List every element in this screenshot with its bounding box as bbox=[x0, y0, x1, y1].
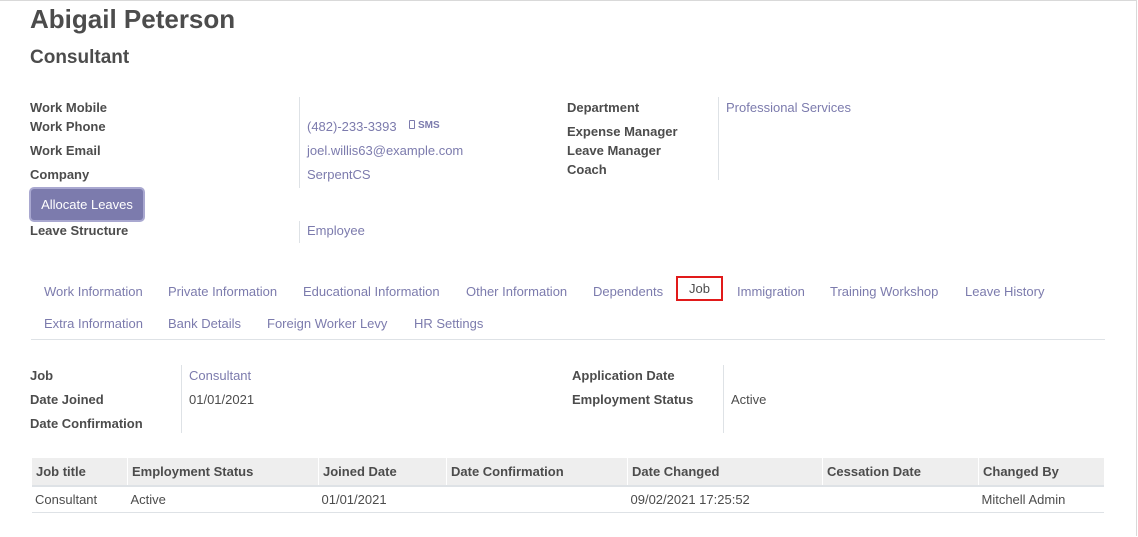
tab-training-workshop[interactable]: Training Workshop bbox=[830, 284, 938, 299]
tab-bank-details[interactable]: Bank Details bbox=[168, 316, 241, 331]
date-confirmation-label: Date Confirmation bbox=[30, 416, 143, 431]
application-date-label: Application Date bbox=[572, 368, 675, 383]
allocate-leaves-button[interactable]: Allocate Leaves bbox=[31, 189, 143, 220]
company-value[interactable]: SerpentCS bbox=[307, 167, 371, 182]
tab-job[interactable]: Job bbox=[676, 276, 723, 301]
work-phone-value[interactable]: (482)-233-3393 bbox=[307, 119, 397, 134]
sms-button[interactable]: SMS bbox=[409, 120, 440, 131]
cell-date-confirmation bbox=[446, 486, 628, 513]
column-header-date-confirmation[interactable]: Date Confirmation bbox=[446, 458, 628, 487]
leave-structure-label: Leave Structure bbox=[30, 223, 129, 238]
column-header-changed-by[interactable]: Changed By bbox=[978, 458, 1104, 487]
field-separator bbox=[299, 221, 300, 243]
date-joined-value[interactable]: 01/01/2021 bbox=[189, 392, 254, 407]
work-mobile-label: Work Mobile bbox=[30, 100, 108, 115]
employee-name[interactable]: Abigail Peterson bbox=[30, 4, 235, 35]
leave-structure-value[interactable]: Employee bbox=[307, 223, 365, 238]
cell-changed-by: Mitchell Admin bbox=[978, 486, 1104, 513]
department-label: Department bbox=[567, 100, 640, 115]
company-label: Company bbox=[30, 167, 90, 182]
column-header-cessation-date[interactable]: Cessation Date bbox=[822, 458, 979, 487]
cell-date-changed: 09/02/2021 17:25:52 bbox=[627, 486, 823, 513]
tab-hr-settings[interactable]: HR Settings bbox=[414, 316, 483, 331]
employee-job-title[interactable]: Consultant bbox=[30, 47, 129, 69]
column-header-joined-date[interactable]: Joined Date bbox=[318, 458, 447, 487]
column-header-job-title[interactable]: Job title bbox=[32, 458, 128, 487]
mobile-phone-icon bbox=[409, 120, 415, 129]
leave-manager-label: Leave Manager bbox=[567, 143, 661, 158]
work-email-value[interactable]: joel.willis63@example.com bbox=[307, 143, 463, 158]
date-joined-label: Date Joined bbox=[30, 392, 104, 407]
cell-cessation-date bbox=[822, 486, 979, 513]
tab-other-information[interactable]: Other Information bbox=[466, 284, 567, 299]
work-email-label: Work Email bbox=[30, 143, 101, 158]
tab-leave-history[interactable]: Leave History bbox=[965, 284, 1044, 299]
field-separator bbox=[181, 365, 182, 433]
work-phone-label: Work Phone bbox=[30, 119, 106, 134]
form-sheet bbox=[0, 0, 1137, 536]
column-header-date-changed[interactable]: Date Changed bbox=[627, 458, 823, 487]
employment-history-table: Job title Employment Status Joined Date … bbox=[32, 458, 1104, 513]
sms-label: SMS bbox=[418, 120, 440, 131]
field-separator bbox=[723, 365, 724, 433]
cell-employment-status: Active bbox=[127, 486, 319, 513]
job-value[interactable]: Consultant bbox=[189, 368, 251, 383]
tab-immigration[interactable]: Immigration bbox=[737, 284, 805, 299]
table-header-row: Job title Employment Status Joined Date … bbox=[32, 458, 1104, 487]
expense-manager-label: Expense Manager bbox=[567, 124, 678, 139]
tabs-divider bbox=[31, 339, 1105, 340]
column-header-employment-status[interactable]: Employment Status bbox=[127, 458, 319, 487]
employment-status-value[interactable]: Active bbox=[731, 392, 766, 407]
job-label: Job bbox=[30, 368, 54, 383]
tab-work-information[interactable]: Work Information bbox=[44, 284, 143, 299]
tab-educational-information[interactable]: Educational Information bbox=[303, 284, 440, 299]
cell-job-title: Consultant bbox=[32, 486, 128, 513]
tab-private-information[interactable]: Private Information bbox=[168, 284, 277, 299]
cell-joined-date: 01/01/2021 bbox=[318, 486, 447, 513]
employment-status-label: Employment Status bbox=[572, 392, 694, 407]
field-separator bbox=[718, 97, 719, 180]
department-value[interactable]: Professional Services bbox=[726, 100, 851, 115]
tab-foreign-worker-levy[interactable]: Foreign Worker Levy bbox=[267, 316, 387, 331]
field-separator bbox=[299, 97, 300, 188]
coach-label: Coach bbox=[567, 162, 607, 177]
table-row[interactable]: Consultant Active 01/01/2021 09/02/2021 … bbox=[32, 486, 1104, 513]
tab-extra-information[interactable]: Extra Information bbox=[44, 316, 143, 331]
tab-dependents[interactable]: Dependents bbox=[593, 284, 663, 299]
